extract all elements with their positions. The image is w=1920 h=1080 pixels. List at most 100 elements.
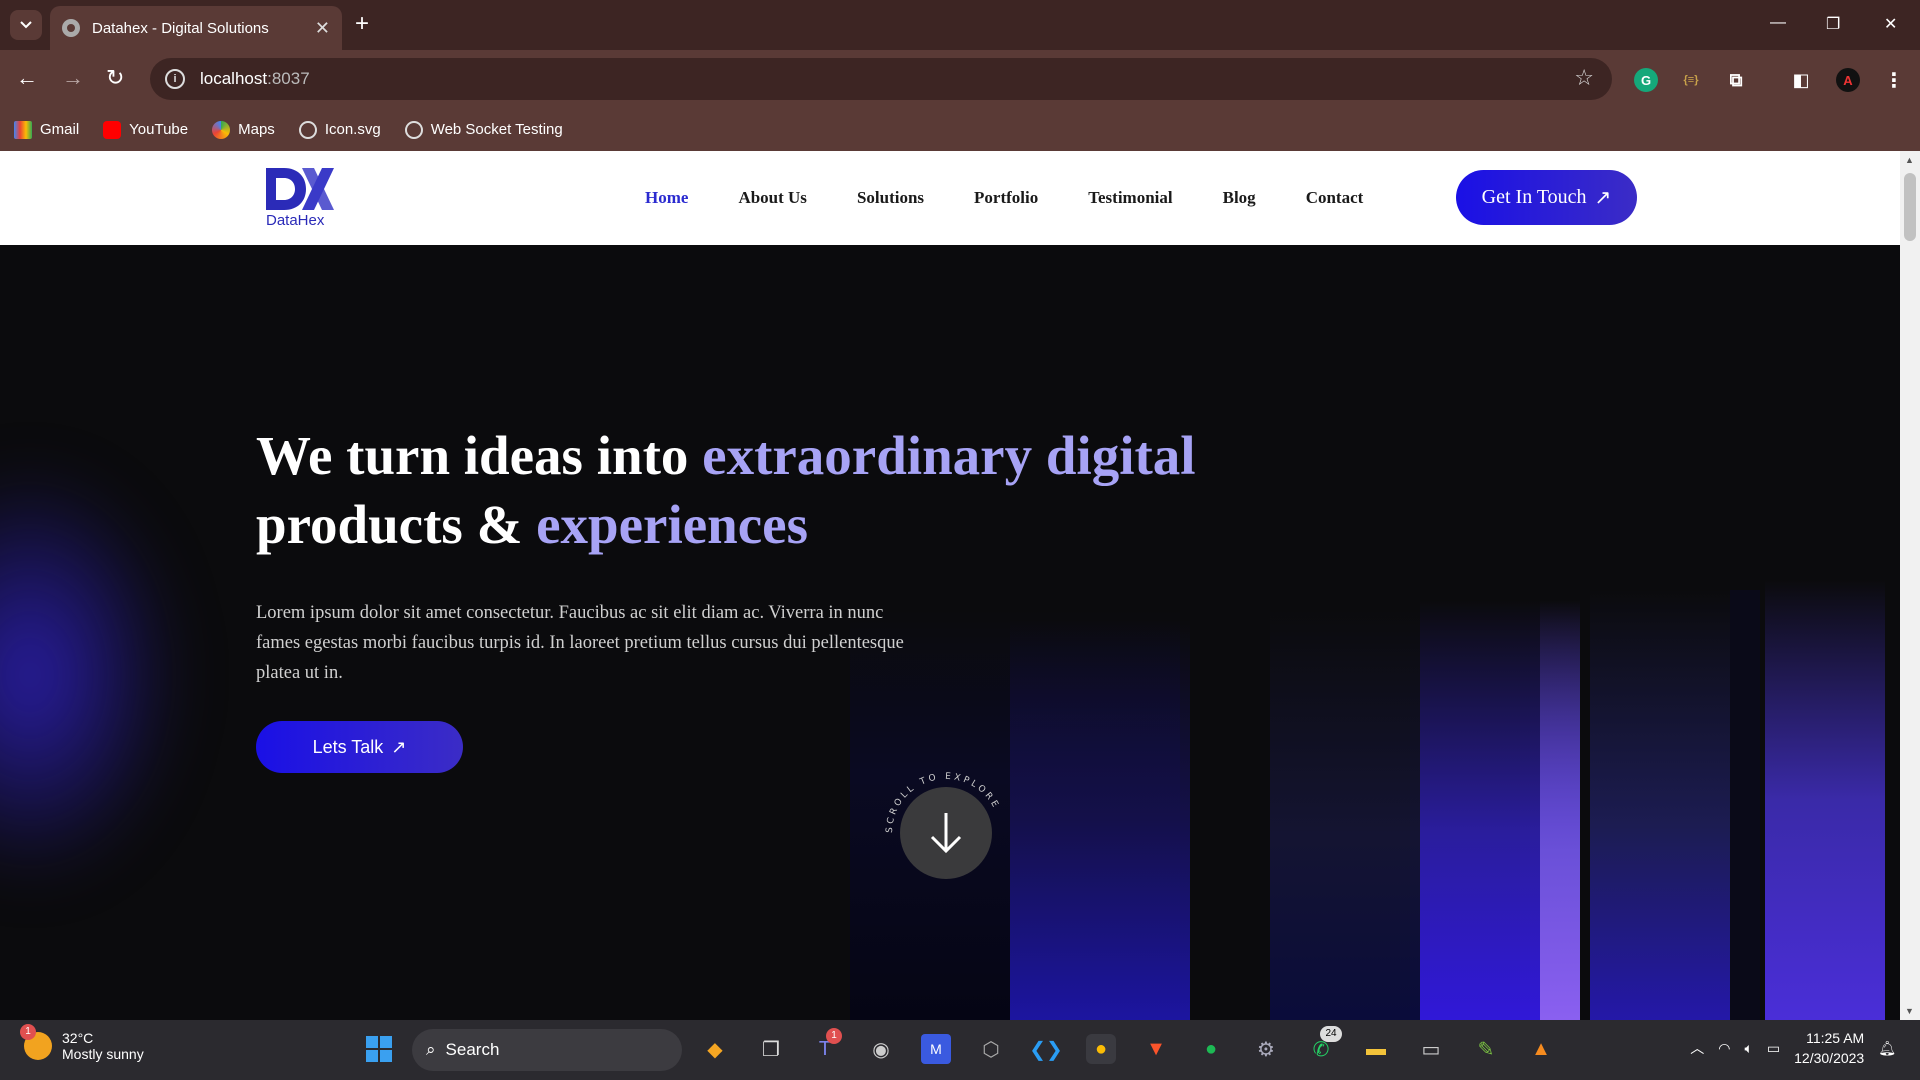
weather-badge: 1 bbox=[20, 1024, 36, 1040]
clock-date: 12/30/2023 bbox=[1794, 1050, 1865, 1066]
tab-strip: Datahex - Digital Solutions ✕ + — ❐ ✕ bbox=[0, 0, 1920, 50]
restore-icon[interactable]: ❐ bbox=[1826, 14, 1840, 34]
bookmark-star-icon[interactable]: ☆ bbox=[1574, 65, 1594, 91]
profile-avatar[interactable]: A bbox=[1836, 68, 1860, 92]
light-bar bbox=[1010, 620, 1190, 1020]
hero-section: We turn ideas into extraordinary digital… bbox=[0, 245, 1900, 1020]
nav-solutions[interactable]: Solutions bbox=[857, 188, 924, 208]
address-bar[interactable]: i localhost:8037 ☆ bbox=[150, 58, 1612, 100]
nav-contact[interactable]: Contact bbox=[1306, 188, 1364, 208]
json-extension-icon[interactable]: {≡} bbox=[1679, 68, 1703, 92]
terminal-icon[interactable]: ▭ bbox=[1416, 1034, 1446, 1064]
bookmark-gmail[interactable]: Gmail bbox=[14, 120, 80, 139]
bookmark-youtube[interactable]: YouTube bbox=[103, 120, 188, 139]
system-tray: ︿ ◠ 🔈︎ ▭ 11:25 AM 12/30/2023 🔔︎ bbox=[1690, 1028, 1896, 1068]
grammarly-icon[interactable]: G bbox=[1634, 68, 1658, 92]
close-window-icon[interactable]: ✕ bbox=[1884, 14, 1897, 34]
tab-search-button[interactable] bbox=[10, 10, 42, 40]
notification-bell-icon[interactable]: 🔔︎ bbox=[1878, 1040, 1896, 1057]
lets-talk-button[interactable]: Lets Talk ↗ bbox=[256, 721, 463, 773]
taskbar-search[interactable]: ⌕ Search bbox=[412, 1029, 682, 1071]
chrome-icon[interactable]: ● bbox=[1086, 1034, 1116, 1064]
site-favicon-icon bbox=[62, 19, 80, 37]
headline-line2-plain: products & bbox=[256, 494, 523, 555]
chevron-up-icon[interactable]: ︿ bbox=[1690, 1038, 1704, 1058]
spotify-icon[interactable]: ● bbox=[1196, 1034, 1226, 1064]
search-label: Search bbox=[445, 1040, 500, 1059]
scroll-down-icon[interactable]: ▼ bbox=[1905, 1006, 1914, 1016]
scroll-to-explore-button[interactable]: SCROLL TO EXPLORE bbox=[884, 771, 1008, 895]
bookmark-maps[interactable]: Maps bbox=[212, 120, 275, 139]
forward-icon[interactable]: → bbox=[62, 66, 84, 90]
lets-talk-label: Lets Talk bbox=[312, 736, 384, 757]
new-tab-button[interactable]: + bbox=[355, 12, 369, 36]
page-scrollbar[interactable]: ▲ ▼ bbox=[1900, 151, 1920, 1020]
main-nav: Home About Us Solutions Portfolio Testim… bbox=[645, 151, 1363, 245]
hero-headline: We turn ideas into extraordinary digital… bbox=[256, 421, 1216, 559]
bookmark-web-socket-testing[interactable]: Web Socket Testing bbox=[404, 120, 563, 139]
nav-testimonial[interactable]: Testimonial bbox=[1088, 188, 1172, 208]
clock[interactable]: 11:25 AM 12/30/2023 bbox=[1794, 1028, 1864, 1068]
nav-blog[interactable]: Blog bbox=[1223, 188, 1256, 208]
weather-widget[interactable]: 1 32°C Mostly sunny bbox=[20, 1024, 144, 1062]
url-host: localhost bbox=[200, 69, 268, 88]
light-bar bbox=[1765, 580, 1885, 1020]
weather-temp: 32°C bbox=[62, 1030, 94, 1046]
active-tab[interactable]: Datahex - Digital Solutions ✕ bbox=[50, 6, 342, 50]
browser-chrome: Datahex - Digital Solutions ✕ + — ❐ ✕ ← … bbox=[0, 0, 1920, 151]
wifi-icon[interactable]: ◠ bbox=[1718, 1040, 1730, 1057]
site-header: DataHex Home About Us Solutions Portfoli… bbox=[0, 151, 1900, 245]
light-bar bbox=[1540, 600, 1580, 1020]
light-bar bbox=[1730, 590, 1760, 1020]
battery-icon[interactable]: ▭ bbox=[1767, 1040, 1780, 1057]
side-panel-icon[interactable]: ◧ bbox=[1789, 68, 1813, 92]
bookmarks-bar: Gmail YouTube Maps Icon.svg Web Socket T… bbox=[0, 108, 1920, 151]
arrow-up-right-icon: ↗ bbox=[391, 736, 407, 757]
datahex-logo[interactable]: DataHex bbox=[262, 164, 342, 230]
url-port: :8037 bbox=[267, 69, 310, 88]
get-in-touch-label: Get In Touch bbox=[1481, 186, 1587, 208]
brand-name: DataHex bbox=[266, 212, 325, 229]
left-glow bbox=[0, 465, 180, 885]
settings-gear-icon[interactable]: ⚙ bbox=[1251, 1034, 1281, 1064]
bookmark-icon-svg[interactable]: Icon.svg bbox=[298, 120, 381, 139]
youtube-icon bbox=[103, 120, 122, 139]
browser-toolbar: ← → ↻ i localhost:8037 ☆ G {≡} ⧉ ◧ A ⋮ bbox=[0, 50, 1920, 108]
start-icon[interactable] bbox=[364, 1034, 394, 1064]
mendeley-icon[interactable]: M bbox=[921, 1034, 951, 1064]
back-icon[interactable]: ← bbox=[16, 66, 38, 90]
scroll-up-icon[interactable]: ▲ bbox=[1905, 155, 1914, 165]
copilot-icon[interactable]: ◆ bbox=[700, 1034, 730, 1064]
extensions-puzzle-icon[interactable]: ⧉ bbox=[1724, 68, 1748, 92]
task-view-icon[interactable]: ❐ bbox=[756, 1034, 786, 1064]
unity-icon[interactable]: ⬡ bbox=[976, 1034, 1006, 1064]
nav-portfolio[interactable]: Portfolio bbox=[974, 188, 1038, 208]
chevron-down-icon bbox=[20, 21, 32, 29]
file-explorer-icon[interactable]: ▬ bbox=[1361, 1034, 1391, 1064]
scrollbar-thumb[interactable] bbox=[1904, 173, 1916, 241]
vscode-icon[interactable]: ❮❯ bbox=[1029, 1034, 1063, 1064]
maps-icon bbox=[212, 120, 231, 139]
scroll-cue-ring: SCROLL TO EXPLORE bbox=[885, 772, 998, 879]
search-icon: ⌕ bbox=[426, 1040, 436, 1059]
get-in-touch-button[interactable]: Get In Touch ↗ bbox=[1456, 170, 1637, 225]
volume-icon[interactable]: 🔈︎ bbox=[1745, 1040, 1753, 1057]
minimize-icon[interactable]: — bbox=[1770, 14, 1786, 32]
camera-icon[interactable]: ◉ bbox=[866, 1034, 896, 1064]
hero-description: Lorem ipsum dolor sit amet consectetur. … bbox=[256, 603, 904, 683]
nav-about-us[interactable]: About Us bbox=[738, 188, 807, 208]
sun-icon: 1 bbox=[20, 1024, 52, 1060]
reload-icon[interactable]: ↻ bbox=[106, 66, 124, 90]
brave-icon[interactable]: ▼ bbox=[1141, 1034, 1171, 1064]
headline-plain: We turn ideas into bbox=[256, 425, 689, 486]
notepad-icon[interactable]: ✎ bbox=[1471, 1034, 1501, 1064]
tab-close-icon[interactable]: ✕ bbox=[315, 18, 330, 39]
site-info-icon[interactable]: i bbox=[165, 69, 185, 89]
webpage: DataHex Home About Us Solutions Portfoli… bbox=[0, 151, 1900, 1020]
vlc-icon[interactable]: ▲ bbox=[1526, 1034, 1556, 1064]
bookmark-label: Gmail bbox=[40, 121, 80, 138]
nav-home[interactable]: Home bbox=[645, 188, 688, 208]
browser-menu-icon[interactable]: ⋮ bbox=[1882, 68, 1906, 92]
light-bar bbox=[1590, 590, 1730, 1020]
light-bar bbox=[1270, 610, 1420, 1020]
